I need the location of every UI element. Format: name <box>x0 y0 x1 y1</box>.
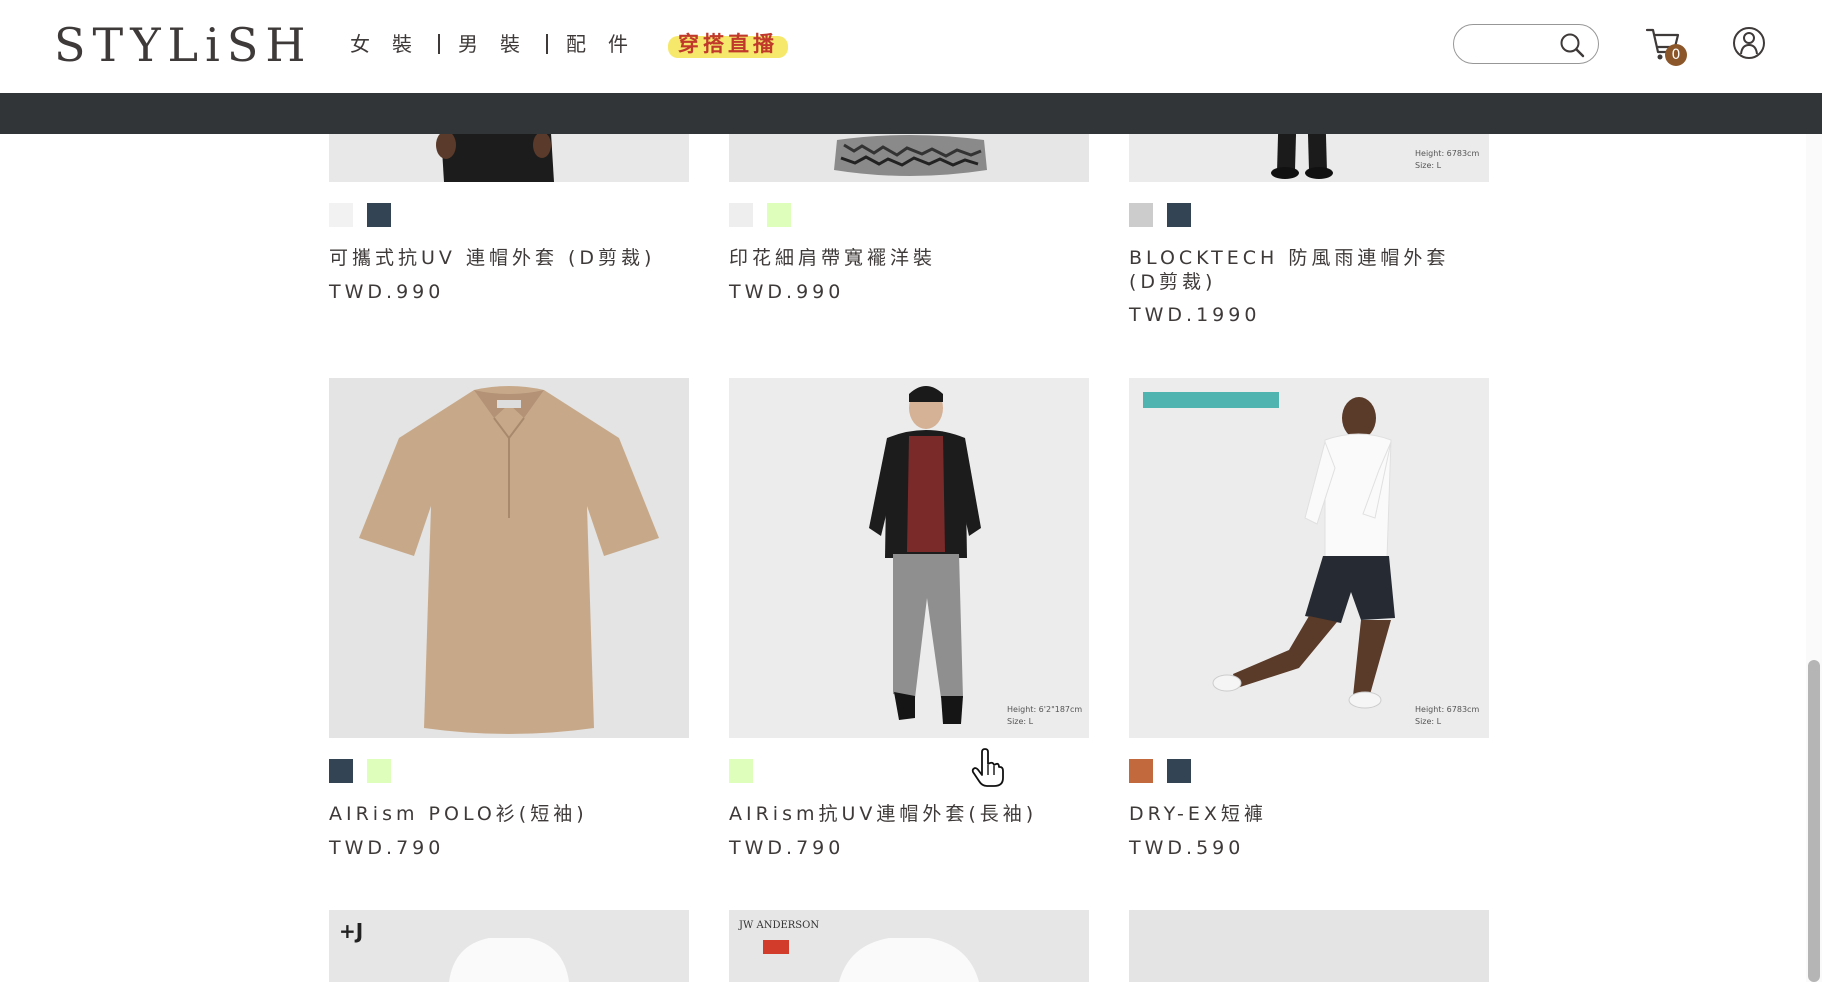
model-size-caption: Size: L <box>1415 717 1442 726</box>
product-title[interactable]: BLOCKTECH 防風雨連帽外套 (D剪裁) <box>1129 246 1469 294</box>
search-icon[interactable] <box>1558 31 1586 59</box>
color-swatch[interactable] <box>367 759 391 783</box>
product-image[interactable]: +J <box>329 910 689 982</box>
brand-tag: JW ANDERSON <box>739 920 820 931</box>
color-swatch[interactable] <box>329 759 353 783</box>
site-header: STYLiSH 女裝 男裝 配件 穿搭直播 0 <box>0 0 1822 93</box>
model-height-caption: Height: 6783cm <box>1415 705 1480 714</box>
main-nav: 女裝 男裝 配件 穿搭直播 <box>350 28 788 60</box>
product-title[interactable]: 可攜式抗UV 連帽外套 (D剪裁) <box>329 246 709 270</box>
product-price: TWD.990 <box>329 281 445 303</box>
color-swatch[interactable] <box>329 203 353 227</box>
color-swatches <box>1129 203 1191 227</box>
product-title[interactable]: 印花細肩帶寬襬洋裝 <box>729 246 1109 270</box>
cart-count-badge: 0 <box>1665 44 1687 66</box>
nav-item-women[interactable]: 女裝 <box>350 29 434 59</box>
color-swatch[interactable] <box>767 203 791 227</box>
nav-item-live[interactable]: 穿搭直播 <box>668 28 788 60</box>
product-title[interactable]: AIRism抗UV連帽外套(長袖) <box>729 802 1109 826</box>
site-logo[interactable]: STYLiSH <box>54 18 312 72</box>
product-price: TWD.1990 <box>1129 304 1261 326</box>
product-price: TWD.990 <box>729 281 845 303</box>
product-grid: Height: 6783cm Size: L 可攜式抗UV 連帽外套 (D剪裁)… <box>329 0 1489 982</box>
color-swatch[interactable] <box>1129 203 1153 227</box>
color-swatches <box>729 203 791 227</box>
product-title[interactable]: AIRism POLO衫(短袖) <box>329 802 709 826</box>
product-price: TWD.790 <box>329 837 445 859</box>
product-image[interactable] <box>329 378 689 738</box>
color-swatch[interactable] <box>729 203 753 227</box>
color-swatch[interactable] <box>1167 203 1191 227</box>
search-input[interactable] <box>1468 33 1558 55</box>
color-swatch[interactable] <box>729 759 753 783</box>
color-swatches <box>329 759 391 783</box>
cart-button[interactable]: 0 <box>1644 24 1687 66</box>
scrollbar-thumb[interactable] <box>1808 660 1820 982</box>
color-swatches <box>1129 759 1191 783</box>
member-icon[interactable] <box>1732 26 1766 60</box>
nav-divider <box>438 34 440 54</box>
search-box[interactable] <box>1453 24 1599 64</box>
color-swatch[interactable] <box>1167 759 1191 783</box>
model-size-caption: Size: L <box>1007 717 1034 726</box>
brand-logo-icon <box>763 940 789 954</box>
product-title[interactable]: DRY-EX短褲 <box>1129 802 1509 826</box>
model-size-caption: Size: L <box>1415 161 1442 170</box>
product-price: TWD.590 <box>1129 837 1245 859</box>
hand-cursor-icon <box>971 748 1004 787</box>
color-swatches <box>329 203 391 227</box>
nav-divider <box>546 34 548 54</box>
product-image[interactable]: Height: 6783cm Size: L <box>1129 378 1489 738</box>
model-height-caption: Height: 6'2"187cm <box>1007 705 1083 714</box>
brand-logo-icon: +J <box>339 919 363 943</box>
header-dark-bar <box>0 93 1822 134</box>
color-swatches <box>729 759 753 783</box>
product-image[interactable] <box>1129 910 1489 982</box>
model-height-caption: Height: 6783cm <box>1415 149 1480 158</box>
product-price: TWD.790 <box>729 837 845 859</box>
color-swatch[interactable] <box>1129 759 1153 783</box>
product-image[interactable]: JW ANDERSON <box>729 910 1089 982</box>
nav-item-men[interactable]: 男裝 <box>458 29 542 59</box>
nav-item-accessories[interactable]: 配件 <box>566 29 650 59</box>
color-swatch[interactable] <box>367 203 391 227</box>
product-image[interactable]: Height: 6'2"187cm Size: L <box>729 378 1089 738</box>
promo-tag <box>1143 392 1279 408</box>
